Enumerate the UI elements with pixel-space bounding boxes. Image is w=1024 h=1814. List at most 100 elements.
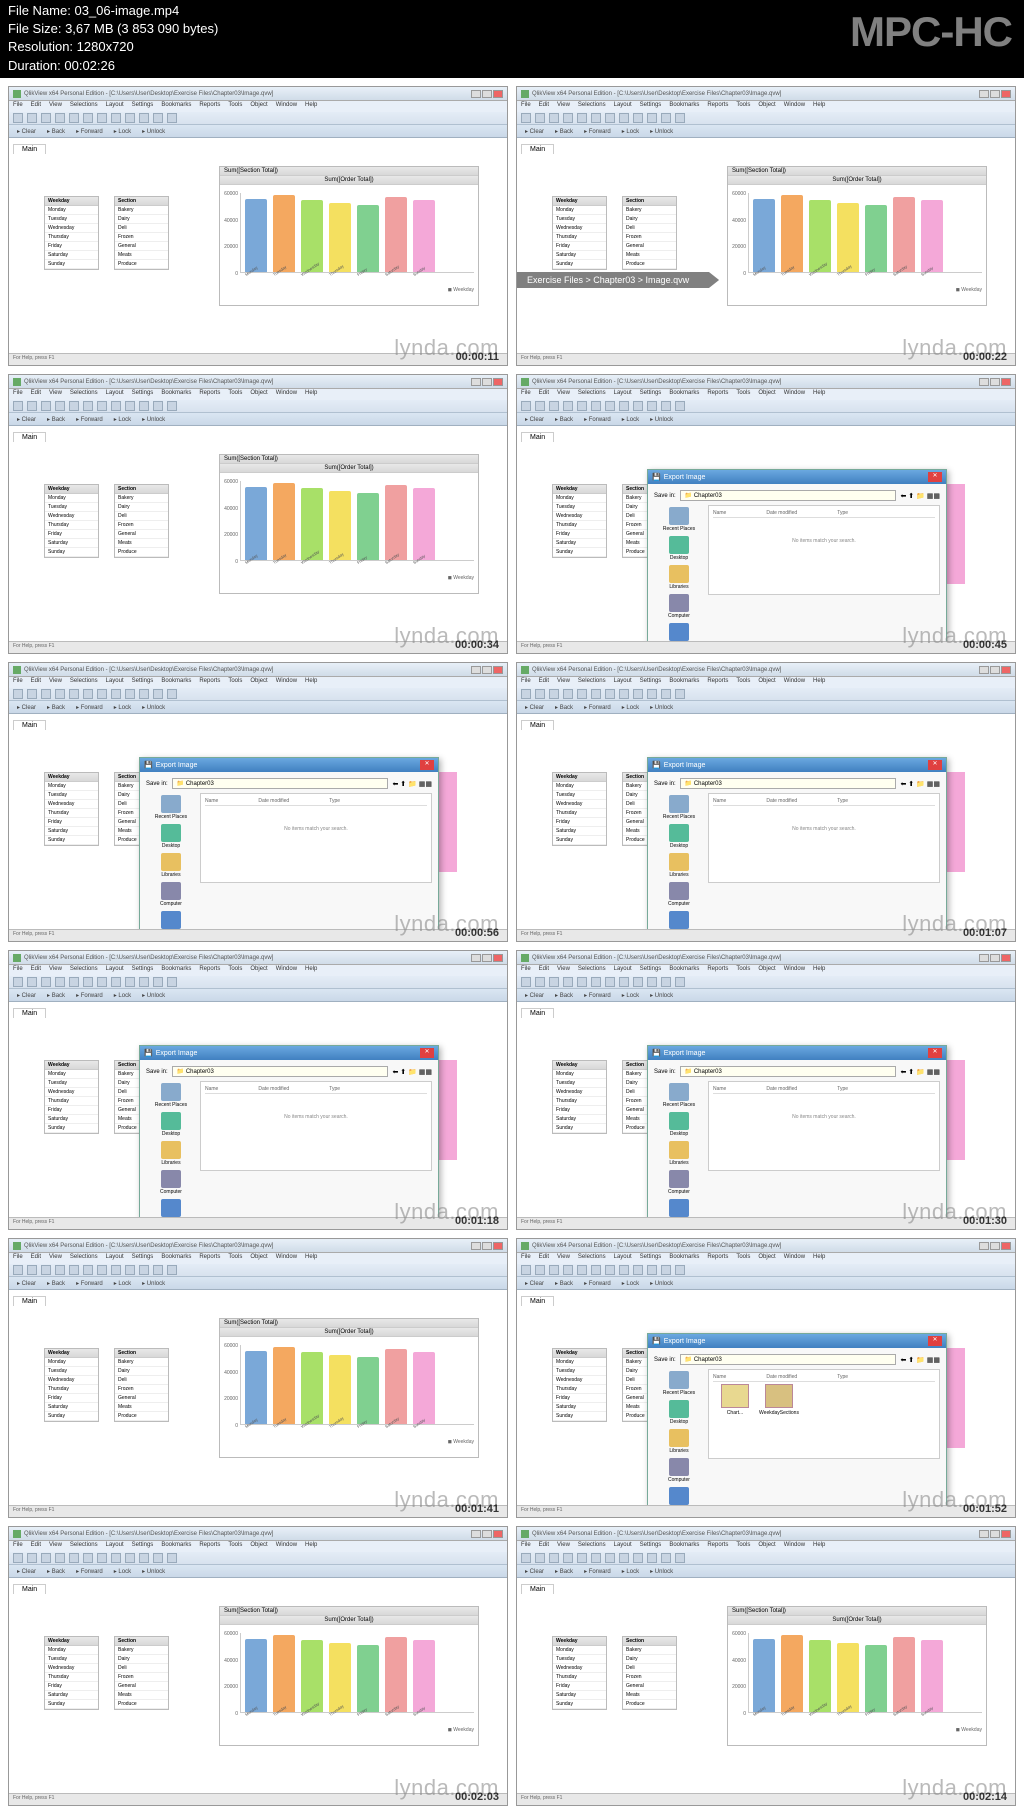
chart[interactable]: Sum([Section Total]) Sum([Order Total]) … (727, 1606, 987, 1746)
toolbar-button[interactable]: ▸ Forward (580, 1280, 615, 1287)
video-thumbnail[interactable]: QlikView x64 Personal Edition - [C:\User… (8, 374, 508, 654)
chart-bar[interactable] (893, 197, 915, 272)
chart-bar[interactable] (837, 1643, 859, 1712)
chart-bar[interactable] (837, 203, 859, 272)
menu-item[interactable]: Object (758, 1254, 775, 1263)
toolbar-icon[interactable] (535, 1553, 545, 1563)
menu-item[interactable]: View (557, 1542, 570, 1551)
chart-bar[interactable] (413, 488, 435, 560)
list-item[interactable]: Monday (553, 494, 606, 503)
list-item[interactable]: Wednesday (553, 512, 606, 521)
chart-bar[interactable] (301, 1352, 323, 1424)
toolbar-icon[interactable] (633, 977, 643, 987)
toolbar-button[interactable]: ▸ Clear (521, 416, 548, 423)
toolbar-icon[interactable] (619, 401, 629, 411)
list-item[interactable]: Frozen (115, 1673, 168, 1682)
menu-item[interactable]: Window (784, 1542, 805, 1551)
listbox-section[interactable]: Section BakeryDairyDeliFrozenGeneralMeat… (114, 196, 169, 270)
close-button[interactable] (1001, 90, 1011, 98)
list-item[interactable]: Wednesday (553, 800, 606, 809)
menu-item[interactable]: Edit (539, 1542, 549, 1551)
menu-item[interactable]: View (557, 390, 570, 399)
toolbar-icon[interactable] (55, 689, 65, 699)
list-item[interactable]: Tuesday (553, 503, 606, 512)
close-button[interactable] (1001, 666, 1011, 674)
toolbar[interactable] (517, 112, 1015, 125)
toolbar-icon[interactable] (563, 1553, 573, 1563)
list-item[interactable]: Dairy (115, 215, 168, 224)
toolbar-icon[interactable] (619, 1553, 629, 1563)
sidebar-place[interactable]: Recent Places (146, 793, 196, 822)
list-item[interactable]: Sunday (45, 260, 98, 269)
list-item[interactable]: Tuesday (45, 791, 98, 800)
list-item[interactable]: Sunday (45, 1412, 98, 1421)
toolbar-button[interactable]: ▸ Clear (13, 704, 40, 711)
sheet-tab[interactable]: Main (13, 1584, 46, 1594)
list-item[interactable]: Thursday (45, 1385, 98, 1394)
list-item[interactable]: Friday (553, 530, 606, 539)
listbox-weekday[interactable]: Weekday MondayTuesdayWednesdayThursdayFr… (44, 1348, 99, 1422)
toolbar-icon[interactable] (13, 689, 23, 699)
list-item[interactable]: Deli (115, 1664, 168, 1673)
toolbar[interactable] (9, 400, 507, 413)
list-item[interactable]: Thursday (553, 1385, 606, 1394)
toolbar-icon[interactable] (167, 977, 177, 987)
min-button[interactable] (471, 954, 481, 962)
dialog-sidebar[interactable]: Recent PlacesDesktopLibrariesComputerNet… (146, 1081, 196, 1226)
menu-item[interactable]: Object (758, 1542, 775, 1551)
list-item[interactable]: Bakery (115, 206, 168, 215)
toolbar-icon[interactable] (167, 689, 177, 699)
menu-item[interactable]: Window (784, 390, 805, 399)
toolbar[interactable] (517, 400, 1015, 413)
toolbar-button[interactable]: ▸ Clear (521, 1568, 548, 1575)
workspace[interactable]: Weekday MondayTuesdayWednesdayThursdayFr… (517, 1308, 1015, 1508)
toolbar-button[interactable]: ▸ Clear (13, 128, 40, 135)
list-item[interactable]: Wednesday (553, 224, 606, 233)
menu-item[interactable]: Selections (578, 966, 606, 975)
menu-item[interactable]: Help (813, 966, 825, 975)
toolbar-icon[interactable] (125, 113, 135, 123)
sidebar-place[interactable]: Desktop (146, 1110, 196, 1139)
toolbar-button[interactable]: ▸ Lock (110, 992, 135, 999)
menu-item[interactable]: Help (305, 1254, 317, 1263)
sheet-tab[interactable]: Main (13, 144, 46, 154)
toolbar-icon[interactable] (521, 977, 531, 987)
menu-item[interactable]: View (49, 966, 62, 975)
toolbar-button[interactable]: ▸ Lock (618, 704, 643, 711)
list-item[interactable]: General (115, 530, 168, 539)
toolbar-icon[interactable] (577, 1265, 587, 1275)
dialog-sidebar[interactable]: Recent PlacesDesktopLibrariesComputerNet… (654, 505, 704, 650)
menu-item[interactable]: Reports (707, 678, 728, 687)
list-item[interactable]: Friday (45, 1106, 98, 1115)
toolbar-icon[interactable] (661, 401, 671, 411)
chart-bar[interactable] (273, 1347, 295, 1424)
menu-item[interactable]: Window (784, 678, 805, 687)
min-button[interactable] (471, 1242, 481, 1250)
min-button[interactable] (471, 90, 481, 98)
toolbar-button[interactable]: ▸ Back (551, 128, 577, 135)
toolbar-icon[interactable] (619, 1265, 629, 1275)
menu-item[interactable]: File (521, 678, 531, 687)
menu-item[interactable]: Reports (707, 966, 728, 975)
menu-item[interactable]: Tools (228, 1542, 242, 1551)
chart-bar[interactable] (385, 197, 407, 272)
sheet-tab[interactable]: Main (13, 720, 46, 730)
menu-item[interactable]: Reports (199, 678, 220, 687)
menu-item[interactable]: Settings (640, 1542, 662, 1551)
toolbar-button[interactable]: ▸ Back (43, 416, 69, 423)
toolbar-button[interactable]: ▸ Clear (521, 704, 548, 711)
toolbar-button[interactable]: ▸ Unlock (646, 1568, 677, 1575)
toolbar-icon[interactable] (647, 113, 657, 123)
list-item[interactable]: Bakery (115, 1646, 168, 1655)
toolbar-icon[interactable] (139, 977, 149, 987)
sidebar-place[interactable]: Libraries (654, 1139, 704, 1168)
video-thumbnail[interactable]: QlikView x64 Personal Edition - [C:\User… (516, 1238, 1016, 1518)
chart-bar[interactable] (245, 487, 267, 560)
menu-item[interactable]: Bookmarks (669, 102, 699, 111)
menu-item[interactable]: Selections (578, 1254, 606, 1263)
toolbar-icon[interactable] (41, 977, 51, 987)
toolbar-icon[interactable] (577, 689, 587, 699)
menu-item[interactable]: Settings (132, 1254, 154, 1263)
dialog-titlebar[interactable]: 💾Export Image✕ (648, 1334, 946, 1348)
listbox-weekday[interactable]: Weekday MondayTuesdayWednesdayThursdayFr… (44, 772, 99, 846)
